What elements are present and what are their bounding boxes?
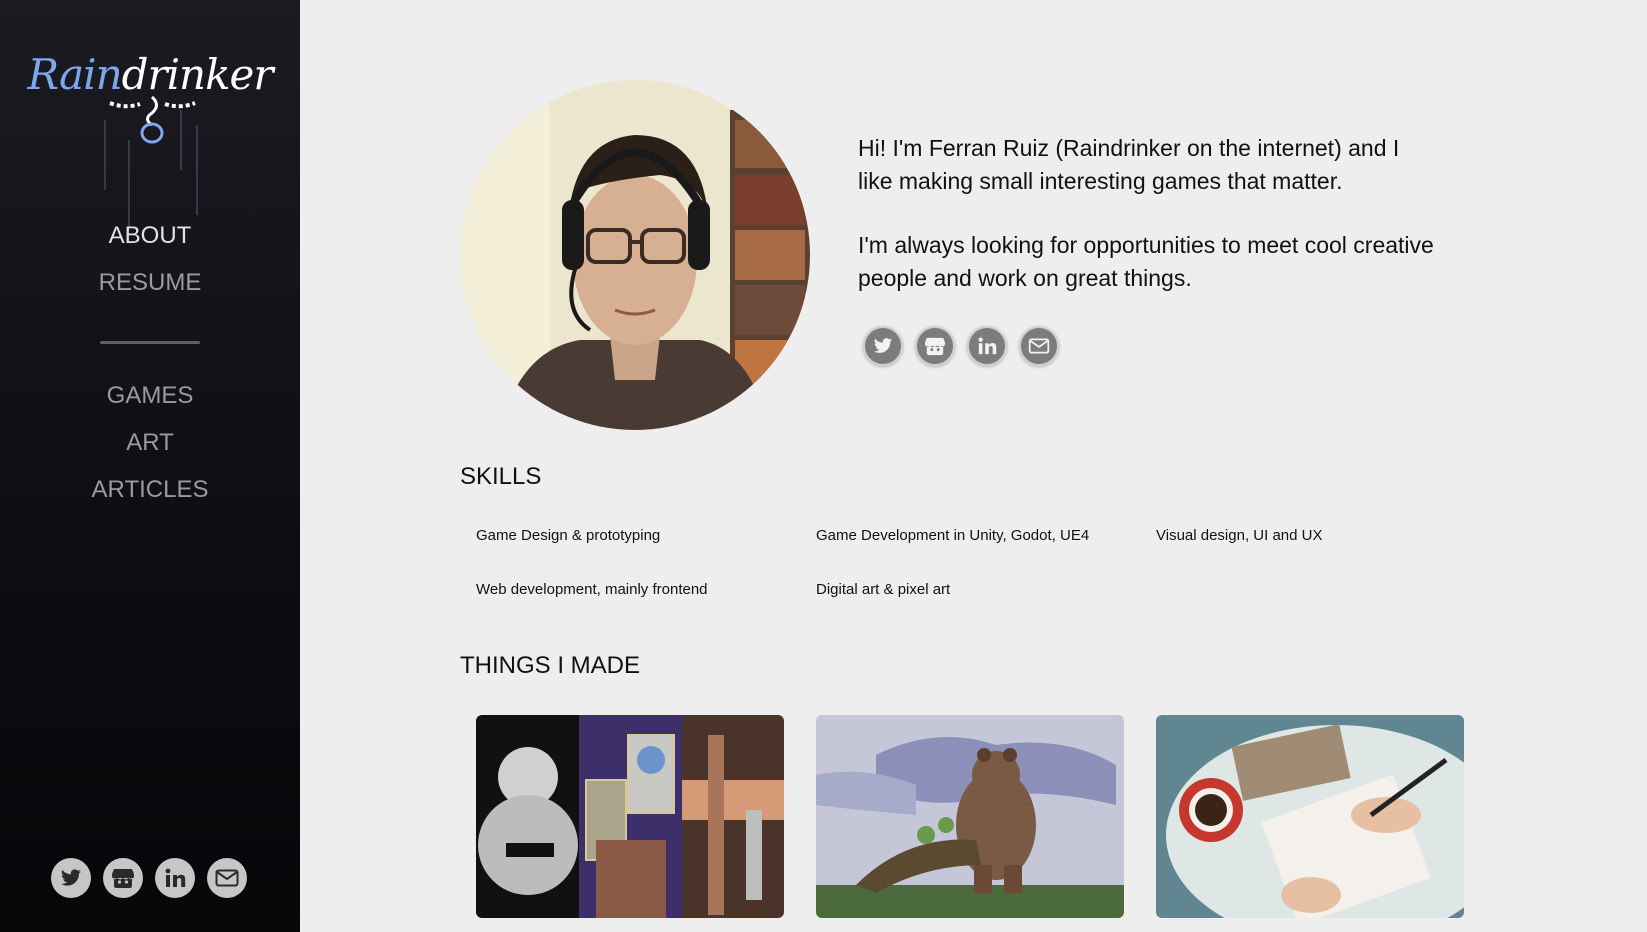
site-logo[interactable]: Raindrinker	[0, 40, 300, 230]
skill-item: Web development, mainly frontend	[476, 581, 708, 598]
sidebar: Raindrinker ABOUT RESUME GAMES ART ARTIC…	[0, 0, 300, 932]
mail-icon[interactable]	[1019, 326, 1059, 366]
skill-item: Game Design & prototyping	[476, 527, 661, 544]
itchio-icon[interactable]	[915, 326, 955, 366]
mail-icon[interactable]	[207, 858, 247, 898]
nav-resume[interactable]: RESUME	[0, 269, 300, 297]
skill-item: Visual design, UI and UX	[1156, 527, 1323, 544]
profile-photo	[460, 80, 810, 430]
sidebar-social-links	[51, 858, 247, 898]
bio-text: Hi! I'm Ferran Ruiz (Raindrinker on the …	[858, 132, 1438, 295]
nav-about[interactable]: ABOUT	[0, 222, 300, 250]
nav-games[interactable]: GAMES	[0, 382, 300, 410]
articles-card[interactable]	[1156, 715, 1464, 918]
skill-item: Digital art & pixel art	[816, 581, 951, 598]
main-social-links	[863, 326, 1059, 366]
art-card-thumbnail	[816, 715, 1124, 918]
games-card-thumbnail	[476, 715, 784, 918]
itchio-icon[interactable]	[103, 858, 143, 898]
nav-divider	[100, 341, 200, 344]
art-card[interactable]	[816, 715, 1124, 918]
games-card[interactable]	[476, 715, 784, 918]
bio-paragraph-1: Hi! I'm Ferran Ruiz (Raindrinker on the …	[858, 135, 1400, 194]
things-i-made-heading: THINGS I MADE	[460, 652, 641, 679]
twitter-icon[interactable]	[863, 326, 903, 366]
bio-paragraph-2: I'm always looking for opportunities to …	[858, 232, 1434, 291]
skills-heading: SKILLS	[460, 463, 542, 490]
raindrop-logo-mark	[109, 95, 196, 144]
twitter-icon[interactable]	[51, 858, 91, 898]
linkedin-icon[interactable]	[155, 858, 195, 898]
articles-card-thumbnail	[1156, 715, 1464, 918]
nav-art[interactable]: ART	[0, 429, 300, 457]
linkedin-icon[interactable]	[967, 326, 1007, 366]
nav-articles[interactable]: ARTICLES	[0, 476, 300, 504]
skill-item: Game Development in Unity, Godot, UE4	[816, 527, 1090, 544]
